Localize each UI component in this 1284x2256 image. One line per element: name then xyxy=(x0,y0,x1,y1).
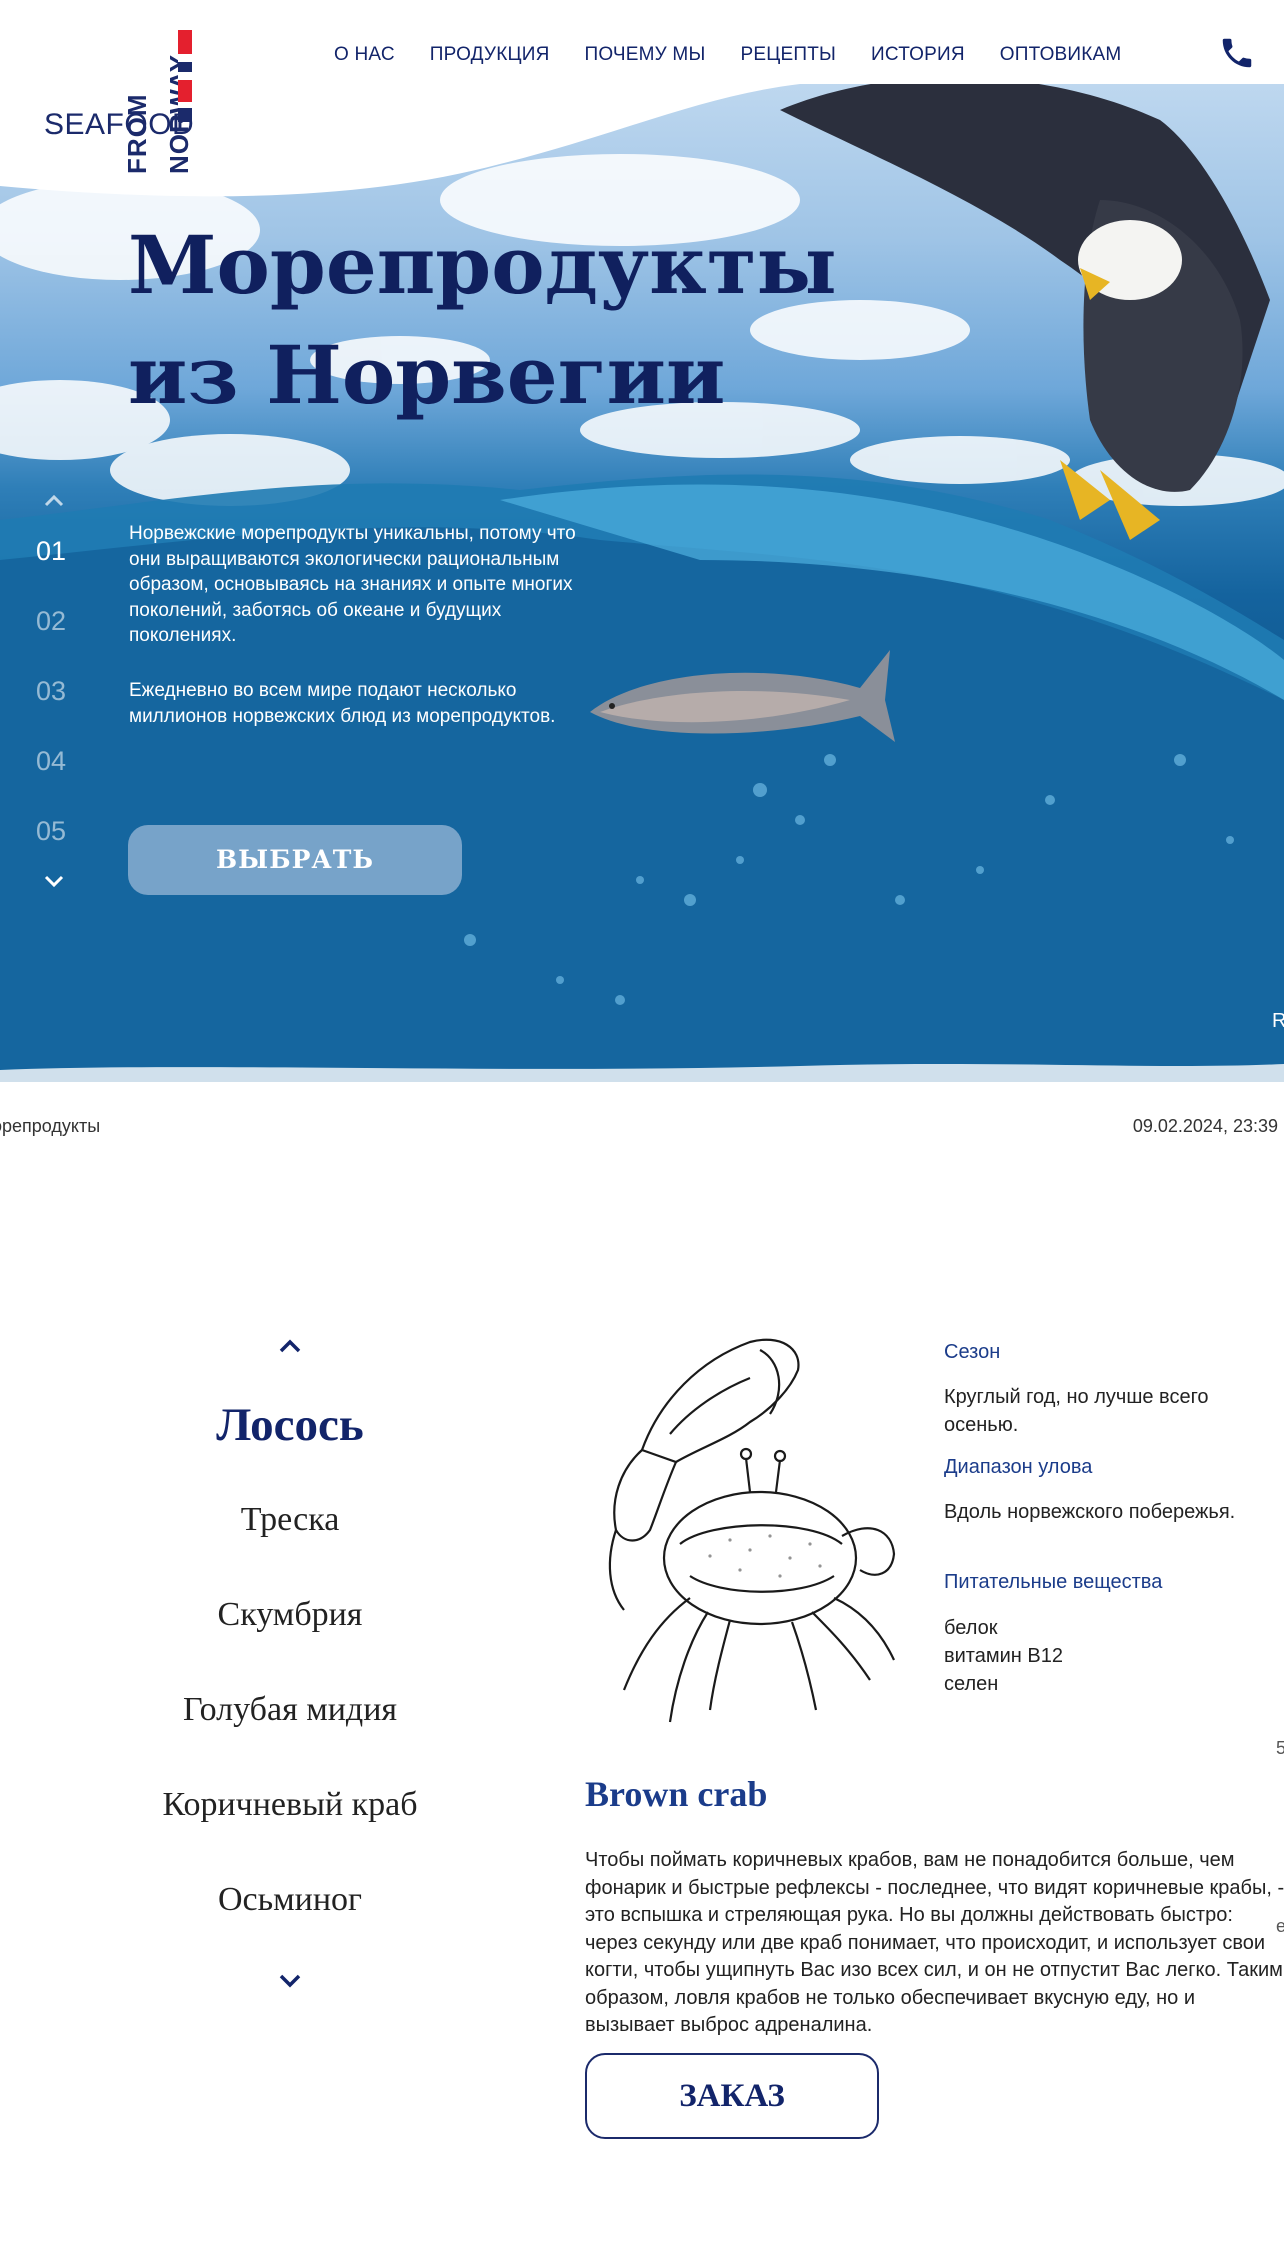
nutrient-item: селен xyxy=(944,1673,999,1695)
hero-title-line-1: Морепродукты xyxy=(128,218,837,312)
product-item-brown-crab[interactable]: Коричневый краб xyxy=(0,1786,580,1824)
slide-number-02[interactable]: 02 xyxy=(36,586,72,656)
slide-number-01[interactable]: 01 xyxy=(36,516,72,586)
norway-flag-icon xyxy=(178,30,192,122)
nav-item-wholesale[interactable]: ОПТОВИКАМ xyxy=(1000,44,1122,66)
nutrient-item: белок xyxy=(944,1617,998,1639)
print-header-title: орепродукты xyxy=(0,1116,101,1136)
slide-number-03[interactable]: 03 xyxy=(36,656,72,726)
hero-section: FROM NORWAY SEAFOOD О НАС ПРОДУКЦИЯ ПОЧЕ… xyxy=(0,0,1284,1082)
product-list-up-icon[interactable] xyxy=(275,1335,305,1357)
slide-number-04[interactable]: 04 xyxy=(36,726,72,796)
product-item-blue-mussel[interactable]: Голубая мидия xyxy=(0,1691,580,1729)
product-item-cod[interactable]: Треска xyxy=(0,1501,580,1539)
main-nav: О НАС ПРОДУКЦИЯ ПОЧЕМУ МЫ РЕЦЕПТЫ ИСТОРИ… xyxy=(334,44,1156,66)
slide-navigation: 01 02 03 04 05 xyxy=(36,486,72,896)
nav-item-recipes[interactable]: РЕЦЕПТЫ xyxy=(740,44,836,66)
nav-item-why-us[interactable]: ПОЧЕМУ МЫ xyxy=(585,44,706,66)
hero-title: Морепродукты из Норвегии xyxy=(128,210,837,430)
hero-paragraph-2: Ежедневно во всем мире подают несколько … xyxy=(129,680,556,727)
hero-paragraph-1: Норвежские морепродукты уникальны, потом… xyxy=(129,523,576,646)
nav-item-about[interactable]: О НАС xyxy=(334,44,395,66)
slide-number-05[interactable]: 05 xyxy=(36,796,72,866)
season-label: Сезон xyxy=(944,1341,1001,1363)
nutrient-item: витамин B12 xyxy=(944,1645,1063,1667)
edge-cut-text: R xyxy=(1272,1010,1284,1032)
phone-icon[interactable] xyxy=(1218,34,1256,72)
logo-text-seafood: SEAFOOD xyxy=(44,108,195,141)
product-item-octopus[interactable]: Осьминог xyxy=(0,1881,580,1919)
chevron-up-icon[interactable] xyxy=(36,486,72,516)
product-list-down-icon[interactable] xyxy=(275,1970,305,1992)
product-item-salmon[interactable]: Лосось xyxy=(0,1398,580,1452)
order-button[interactable]: ЗАКАЗ xyxy=(585,2053,879,2139)
chevron-down-icon[interactable] xyxy=(36,866,72,896)
edge-cut-text: е xyxy=(1276,1916,1284,1936)
nav-item-products[interactable]: ПРОДУКЦИЯ xyxy=(430,44,550,66)
hero-title-line-2: из Норвегии xyxy=(128,328,726,422)
print-header-date: 09.02.2024, 23:39 xyxy=(1132,1116,1278,1136)
edge-cut-text: 5 xyxy=(1276,1738,1284,1758)
product-name: Brown crab xyxy=(585,1774,768,1814)
product-description: Чтобы поймать коричневых крабов, вам не … xyxy=(585,1849,1284,2036)
nav-item-history[interactable]: ИСТОРИЯ xyxy=(871,44,965,66)
crab-illustration xyxy=(608,1338,896,1723)
nutrients-label: Питательные вещества xyxy=(944,1571,1163,1593)
catch-range-value: Вдоль норвежского побережья. xyxy=(944,1501,1236,1523)
season-value: Круглый год, но лучше всего осенью. xyxy=(944,1386,1209,1436)
choose-button[interactable]: ВЫБРАТЬ xyxy=(128,825,462,895)
product-item-mackerel[interactable]: Скумбрия xyxy=(0,1596,580,1634)
logo[interactable]: FROM NORWAY SEAFOOD xyxy=(44,22,204,178)
catch-range-label: Диапазон улова xyxy=(944,1456,1093,1478)
